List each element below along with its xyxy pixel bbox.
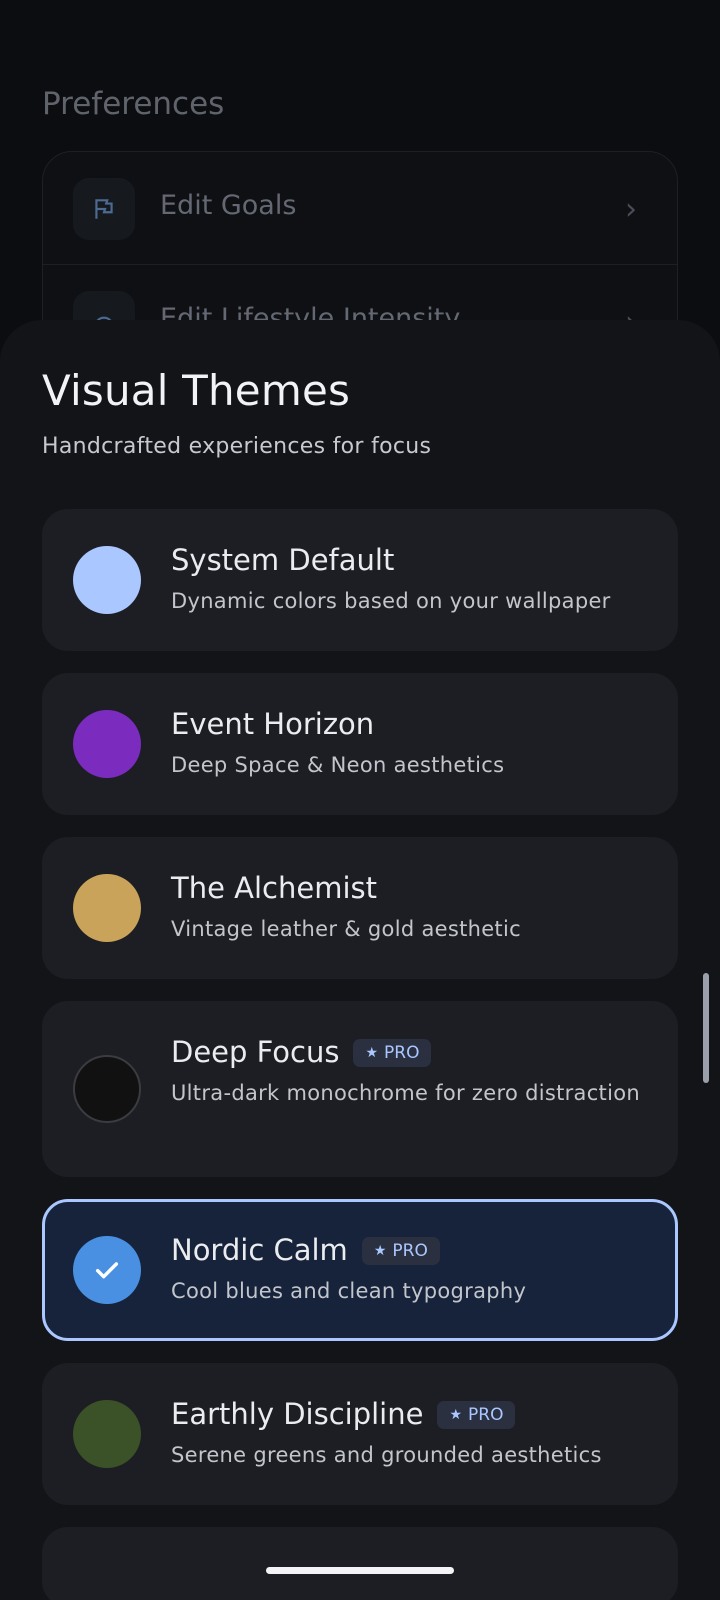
theme-description: Ultra-dark monochrome for zero distracti… xyxy=(171,1081,640,1105)
theme-system-default[interactable]: System Default Dynamic colors based on y… xyxy=(42,509,678,651)
pro-label: PRO xyxy=(384,1043,420,1063)
color-swatch xyxy=(73,874,141,942)
theme-name: System Default xyxy=(171,543,395,577)
scrollbar[interactable] xyxy=(703,973,709,1083)
star-icon: ★ xyxy=(449,1407,463,1423)
theme-deep-focus[interactable]: Deep Focus ★ PRO Ultra-dark monochrome for… xyxy=(42,1001,678,1177)
star-icon: ★ xyxy=(373,1243,387,1259)
chevron-right-icon: › xyxy=(625,192,637,227)
preferences-title: Preferences xyxy=(42,86,225,122)
theme-name: Nordic Calm xyxy=(171,1233,348,1267)
theme-name: The Alchemist xyxy=(171,871,378,905)
theme-event-horizon[interactable]: Event Horizon Deep Space & Neon aestheti… xyxy=(42,673,678,815)
color-swatch xyxy=(73,546,141,614)
color-swatch xyxy=(73,1236,141,1304)
pro-label: PRO xyxy=(468,1405,504,1425)
theme-the-alchemist[interactable]: The Alchemist Vintage leather & gold aes… xyxy=(42,837,678,979)
sheet-subtitle: Handcrafted experiences for focus xyxy=(42,434,432,459)
theme-description: Deep Space & Neon aesthetics xyxy=(171,753,505,777)
theme-description: Cool blues and clean typography xyxy=(171,1279,527,1303)
theme-name: Event Horizon xyxy=(171,707,375,741)
pro-badge: ★ PRO xyxy=(353,1039,432,1067)
edit-goals-label: Edit Goals xyxy=(160,190,297,221)
visual-themes-sheet: Visual Themes Handcrafted experiences fo… xyxy=(0,320,720,1600)
edit-goals-row[interactable]: Edit Goals › xyxy=(43,152,677,264)
pro-badge: ★ PRO xyxy=(437,1401,516,1429)
theme-description: Serene greens and grounded aesthetics xyxy=(171,1443,602,1467)
color-swatch xyxy=(73,1400,141,1468)
pro-badge: ★ PRO xyxy=(361,1237,440,1265)
checkmark-icon xyxy=(95,1262,119,1279)
color-swatch xyxy=(73,1055,141,1123)
color-swatch xyxy=(73,710,141,778)
theme-name: Deep Focus xyxy=(171,1035,340,1069)
theme-description: Vintage leather & gold aesthetic xyxy=(171,917,521,941)
theme-name: Earthly Discipline xyxy=(171,1397,424,1431)
theme-name-row: Earthly Discipline ★ PRO xyxy=(171,1397,516,1431)
sheet-title: Visual Themes xyxy=(42,366,351,415)
theme-name-row: Nordic Calm ★ PRO xyxy=(171,1233,440,1267)
flag-icon xyxy=(73,178,135,240)
star-icon: ★ xyxy=(365,1045,379,1061)
theme-earthly-discipline[interactable]: Earthly Discipline ★ PRO Serene greens and… xyxy=(42,1363,678,1505)
theme-description: Dynamic colors based on your wallpaper xyxy=(171,589,611,613)
gesture-nav-handle[interactable] xyxy=(266,1567,454,1574)
theme-nordic-calm[interactable]: Nordic Calm ★ PRO Cool blues and clean typ… xyxy=(42,1199,678,1341)
pro-label: PRO xyxy=(392,1241,428,1261)
theme-name-row: Deep Focus ★ PRO xyxy=(171,1035,432,1069)
theme-card-partial[interactable] xyxy=(42,1527,678,1600)
